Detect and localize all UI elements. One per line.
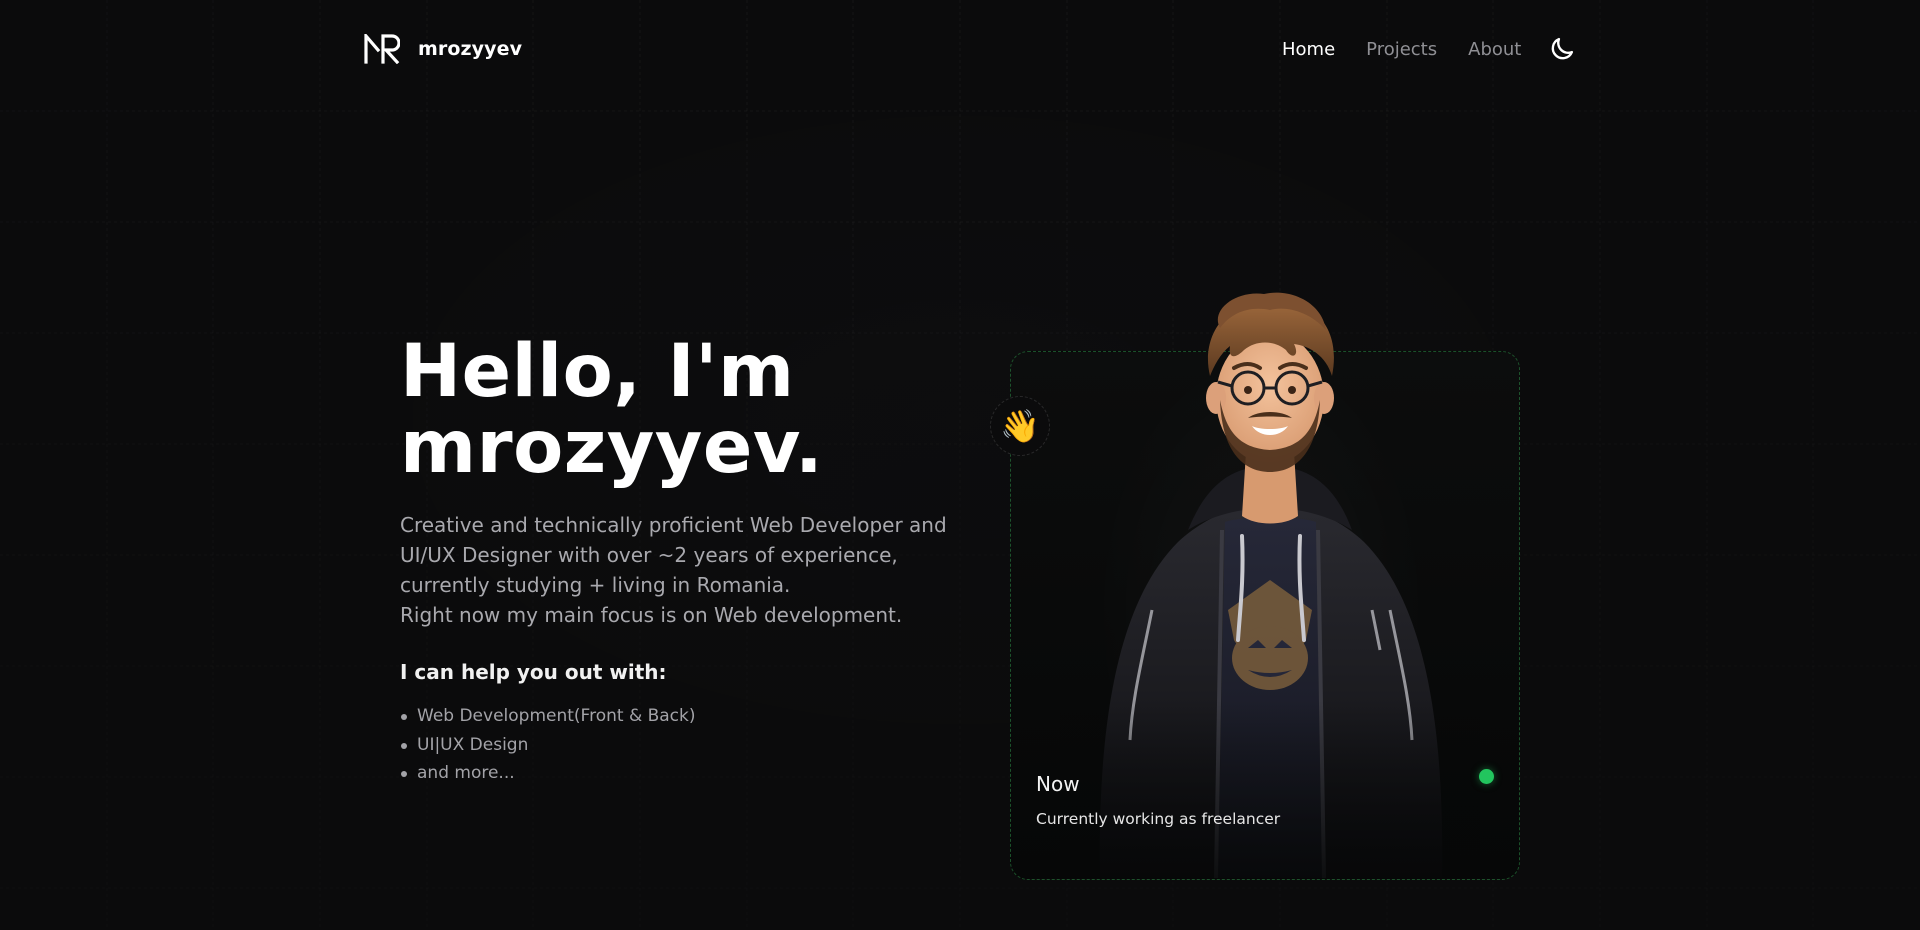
bullet-icon — [401, 714, 407, 720]
wave-hand-icon: 👋 — [990, 396, 1050, 456]
help-item-label: Web Development(Front & Back) — [417, 706, 696, 726]
brand-home-link[interactable]: mrozyyev — [364, 32, 522, 66]
page: mrozyyev Home Projects About Hello, I'm … — [0, 0, 1920, 930]
hero-description: Creative and technically proficient Web … — [400, 510, 960, 630]
help-title: I can help you out with: — [400, 660, 667, 684]
main-nav: Home Projects About — [1282, 34, 1552, 64]
help-list: Web Development(Front & Back) UI|UX Desi… — [400, 702, 960, 788]
background-grid — [0, 0, 1920, 930]
online-status-dot — [1479, 769, 1494, 784]
help-list-item: UI|UX Design — [400, 731, 960, 760]
hero-title-line-1: Hello, I'm — [400, 329, 795, 414]
nav-home[interactable]: Home — [1282, 39, 1335, 60]
brand-name: mrozyyev — [418, 38, 523, 60]
help-list-item: and more... — [400, 759, 960, 788]
cartoon-developer-avatar — [1060, 280, 1480, 878]
hero-section: Hello, I'm mrozyyev. Creative and techni… — [400, 334, 960, 788]
hero-title-line-2: mrozyyev. — [400, 405, 824, 490]
hero-title: Hello, I'm mrozyyev. — [400, 334, 960, 486]
moon-icon — [1551, 37, 1574, 60]
status-title: Now — [1036, 772, 1080, 796]
mr-monogram-logo-icon — [364, 34, 400, 64]
avatar-illustration — [1060, 292, 1480, 878]
status-subtitle: Currently working as freelancer — [1036, 810, 1281, 828]
nav-about[interactable]: About — [1468, 39, 1521, 60]
help-item-label: and more... — [417, 763, 515, 783]
help-list-item: Web Development(Front & Back) — [400, 702, 960, 731]
bullet-icon — [401, 742, 407, 749]
hero-description-intro: Creative and technically proficient Web … — [400, 513, 947, 597]
theme-toggle-button[interactable] — [1546, 33, 1578, 65]
help-item-label: UI|UX Design — [417, 734, 529, 755]
nav-projects[interactable]: Projects — [1366, 39, 1437, 60]
hero-description-focus: Right now my main focus is on Web develo… — [400, 603, 903, 627]
site-header: mrozyyev Home Projects About — [0, 0, 1920, 98]
bullet-icon — [401, 771, 407, 777]
